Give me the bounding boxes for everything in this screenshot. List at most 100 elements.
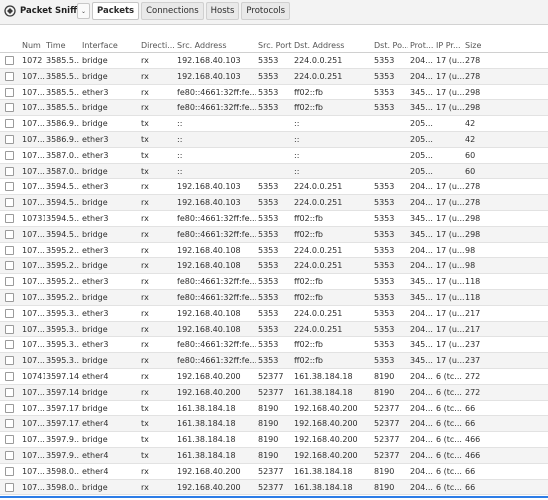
cell-interface: bridge	[82, 387, 108, 397]
table-row[interactable]: 107... 3595.2... ether3 rx 192.168.40.108 535…	[0, 243, 548, 259]
row-checkbox[interactable]	[5, 419, 14, 429]
row-checkbox[interactable]	[5, 103, 14, 113]
row-checkbox[interactable]	[5, 150, 14, 160]
cell-src-address: 161.38.184.18	[177, 403, 236, 413]
row-checkbox[interactable]	[5, 134, 14, 144]
cell-size: 98	[465, 245, 476, 255]
cell-num: 107...	[22, 245, 45, 255]
cell-dst-address: ff02::fb	[294, 213, 323, 223]
cell-src-port: 5353	[258, 198, 279, 208]
table-row[interactable]: 107... 3585.5... ether3 rx fe80::4661:32ff:f…	[0, 85, 548, 101]
table-row[interactable]: 107... 3598.0... ether4 rx 192.168.40.200 523…	[0, 464, 548, 480]
column-header-time[interactable]: Time	[46, 41, 80, 50]
cell-protocol: 205...	[410, 119, 433, 129]
row-checkbox[interactable]	[5, 387, 14, 397]
cell-protocol: 345...	[410, 356, 433, 366]
table-row[interactable]: 1072 3585.5... bridge rx 192.168.40.103 5353 2…	[0, 53, 548, 69]
cell-ip-protocol: 6 (tc...	[436, 466, 462, 476]
cell-dst-address: 161.38.184.18	[294, 371, 353, 381]
table-row[interactable]: 107...3597.173ether4 tx 161.38.184.18 8190 1…	[0, 416, 548, 433]
table-row[interactable]: 107... 3586.9... bridge tx:::: 205... 42	[0, 116, 548, 132]
cell-src-address: 192.168.40.200	[177, 466, 241, 476]
cell-interface: bridge	[82, 103, 108, 113]
table-row[interactable]: 107... 3597.9... bridge tx 161.38.184.18 8190…	[0, 432, 548, 448]
table-row[interactable]: 107... 3594.5... ether3 rx 192.168.40.103 535…	[0, 179, 548, 196]
cell-interface: bridge	[82, 166, 108, 176]
row-checkbox[interactable]	[5, 340, 14, 350]
table-row[interactable]: 107... 3595.3... ether3 rx fe80::4661:32ff:f…	[0, 337, 548, 354]
row-checkbox[interactable]	[5, 308, 14, 318]
column-header-direction[interactable]: Directi...	[141, 41, 175, 50]
row-checkbox[interactable]	[5, 229, 14, 239]
tab-connections[interactable]: Connections	[141, 2, 204, 20]
row-checkbox[interactable]	[5, 466, 14, 476]
row-checkbox[interactable]	[5, 292, 14, 302]
cell-src-port: 5353	[258, 340, 279, 350]
cell-num: 107...	[22, 482, 45, 492]
row-checkbox[interactable]	[5, 119, 14, 129]
table-row[interactable]: 10731 3594.5... ether3 rx fe80::4661:32ff:fe…	[0, 211, 548, 227]
table-row[interactable]: 107... 3586.9... ether3 tx:::: 205... 42	[0, 131, 548, 148]
column-header-dst-port[interactable]: Dst. Po...	[374, 41, 408, 50]
column-header-src-port[interactable]: Src. Port	[258, 41, 292, 50]
cell-direction: rx	[141, 56, 149, 65]
table-row[interactable]: 107... 3587.0... bridge tx:::: 205... 60	[0, 163, 548, 180]
table-header: Num Time Interface Directi... Src. Addre…	[0, 40, 548, 53]
cell-src-port: 5353	[258, 71, 279, 81]
tab-packets[interactable]: Packets	[92, 2, 140, 20]
cell-dst-address: ff02::fb	[294, 229, 323, 239]
row-checkbox[interactable]	[5, 450, 14, 460]
row-checkbox[interactable]	[5, 87, 14, 97]
cell-dst-address: ::	[294, 166, 300, 176]
row-checkbox[interactable]	[5, 403, 14, 413]
table-row[interactable]: 107... 3595.2... bridge rx fe80::4661:32ff:f…	[0, 289, 548, 306]
row-checkbox[interactable]	[5, 356, 14, 366]
row-checkbox[interactable]	[5, 261, 14, 271]
table-row[interactable]: 107... 3595.2... bridge rx 192.168.40.108 535…	[0, 258, 548, 275]
tab-protocols[interactable]: Protocols	[241, 2, 291, 20]
table-row[interactable]: 107... 3595.2... ether3 rx fe80::4661:32ff:f…	[0, 274, 548, 290]
cell-ip-protocol: 17 (u...	[436, 198, 464, 208]
column-header-protocol[interactable]: Prot...	[410, 41, 434, 50]
cell-dst-port: 5353	[374, 213, 395, 223]
row-checkbox[interactable]	[5, 166, 14, 176]
table-row[interactable]: 107... 3587.0... ether3 tx:::: 205... 60	[0, 148, 548, 164]
cell-src-port: 5353	[258, 103, 279, 113]
column-header-num[interactable]: Num	[22, 41, 44, 50]
column-header-size[interactable]: Size	[465, 41, 495, 50]
table-row[interactable]: 107...3597.141bridge rx 192.168.40.200 5237…	[0, 384, 548, 401]
row-checkbox[interactable]	[5, 435, 14, 445]
row-checkbox[interactable]	[5, 371, 14, 381]
column-header-ip-protocol[interactable]: IP Pr...	[436, 41, 464, 50]
row-checkbox[interactable]	[5, 198, 14, 208]
table-row[interactable]: 107...3597.173bridge tx 161.38.184.18 8190 1…	[0, 401, 548, 417]
table-row[interactable]: 107... 3585.5... bridge rx fe80::4661:32ff:f…	[0, 100, 548, 117]
table-row[interactable]: 107... 3595.3... bridge rx fe80::4661:32ff:f…	[0, 353, 548, 369]
table-row[interactable]: 107... 3595.3... ether3 rx 192.168.40.108 535…	[0, 306, 548, 322]
table-row[interactable]: 107... 3594.5... bridge rx fe80::4661:32ff:f…	[0, 226, 548, 243]
tab-hosts[interactable]: Hosts	[205, 2, 240, 20]
table-row[interactable]: 107... 3598.0... bridge rx 192.168.40.200 523…	[0, 479, 548, 496]
row-checkbox[interactable]	[5, 482, 14, 492]
column-header-dst-address[interactable]: Dst. Address	[294, 41, 372, 50]
table-row[interactable]: 107... 3595.3... bridge rx 192.168.40.108 535…	[0, 321, 548, 338]
table-row[interactable]: 107... 3594.5... bridge rx 192.168.40.103 535…	[0, 195, 548, 211]
row-checkbox[interactable]	[5, 324, 14, 334]
row-checkbox[interactable]	[5, 182, 14, 192]
cell-direction: tx	[141, 419, 149, 429]
cell-ip-protocol: 17 (u...	[436, 213, 464, 223]
cell-src-address: fe80::4661:32ff:fe...	[177, 292, 256, 302]
row-checkbox[interactable]	[5, 71, 14, 81]
table-row[interactable]: 107... 3597.9... ether4 tx 161.38.184.18 8190…	[0, 447, 548, 464]
row-checkbox[interactable]	[5, 277, 14, 287]
row-checkbox[interactable]	[5, 56, 14, 65]
row-checkbox[interactable]	[5, 213, 14, 223]
chevron-down-icon[interactable]: ⌄	[77, 3, 90, 19]
row-checkbox[interactable]	[5, 245, 14, 255]
cell-num: 107...	[22, 150, 45, 160]
table-row[interactable]: 107413597.141ether4 rx 192.168.40.200 52377…	[0, 369, 548, 385]
table-row[interactable]: 107... 3585.5... bridge rx 192.168.40.103 535…	[0, 68, 548, 85]
column-header-src-address[interactable]: Src. Address	[177, 41, 255, 50]
cell-direction: rx	[141, 261, 149, 271]
column-header-interface[interactable]: Interface	[82, 41, 138, 50]
